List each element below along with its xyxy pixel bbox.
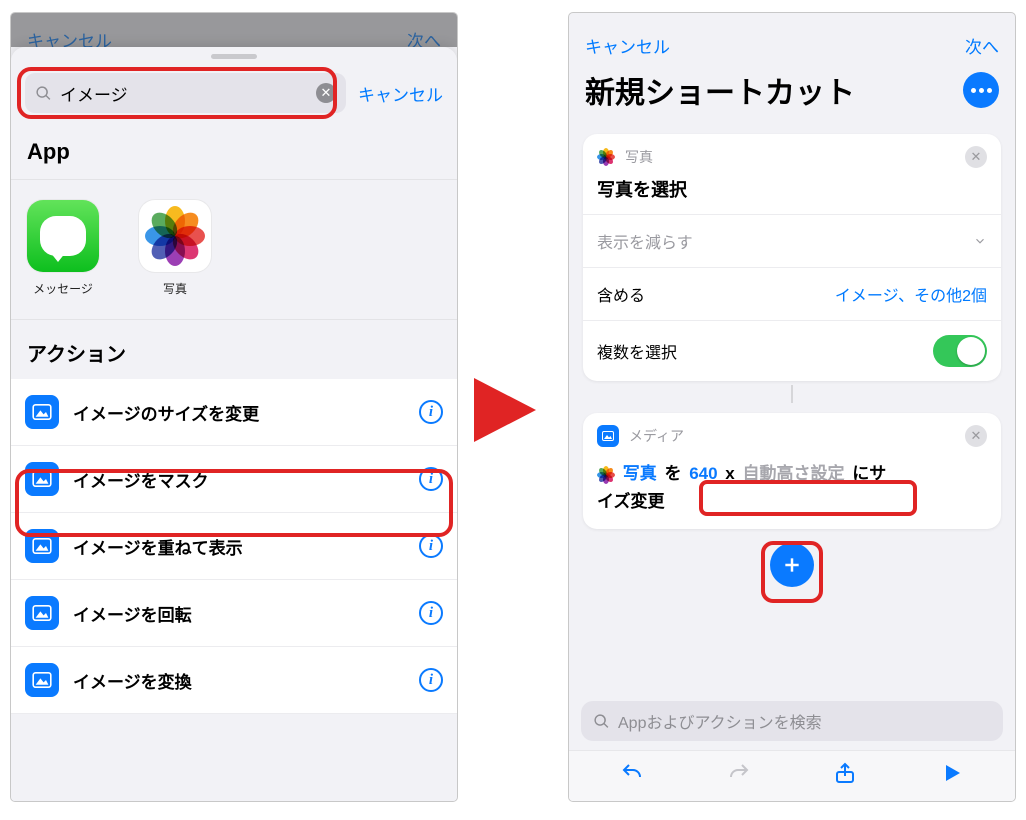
action-rotate-image[interactable]: イメージを回転 i [11,580,457,647]
info-icon[interactable]: i [419,601,443,625]
section-app-header: App [11,127,457,180]
image-action-icon [25,395,59,429]
param-height[interactable]: 自動高さ設定 [739,459,847,488]
bottom-toolbar [569,750,1015,801]
multi-select-toggle[interactable] [933,335,987,367]
redo-button [719,759,759,787]
photos-icon [139,200,211,272]
chevron-down-icon [973,234,987,248]
image-action-icon [25,462,59,496]
action-overlay-image[interactable]: イメージを重ねて表示 i [11,513,457,580]
card-title: 写真を選択 [583,174,1001,215]
info-icon[interactable]: i [419,534,443,558]
sheet-grabber[interactable] [211,54,257,59]
info-icon[interactable]: i [419,400,443,424]
action-convert-image[interactable]: イメージを変換 i [11,647,457,714]
section-actions-header: アクション [11,320,457,379]
screen-right: キャンセル 次へ 新規ショートカット 写真 ✕ [568,12,1016,802]
include-row[interactable]: 含める イメージ、その他2個 [583,268,1001,321]
remove-action-button[interactable]: ✕ [965,425,987,447]
search-icon [593,713,610,730]
peek-header: キャンセル 次へ [11,13,457,47]
app-grid: メッセージ 写真 [11,180,457,320]
action-card-resize-image: メディア ✕ 写真 を 640 x 自動高さ設定 にサイズ変更 [583,413,1001,529]
media-icon [597,425,619,447]
share-button[interactable] [825,759,865,787]
search-cancel-button[interactable]: キャンセル [358,81,443,106]
action-mask-image[interactable]: イメージをマスク i [11,446,457,513]
clear-icon[interactable]: ✕ [316,83,336,103]
undo-button[interactable] [612,759,652,787]
action-card-select-photos: 写真 ✕ 写真を選択 表示を減らす 含める イメージ、その他2個 複数を選択 [583,134,1001,381]
app-photos[interactable]: 写真 [139,200,211,297]
image-action-icon [25,529,59,563]
add-action-button[interactable] [770,543,814,587]
param-width[interactable]: 640 [686,459,720,488]
screen-left: キャンセル 次へ イメージ ✕ キャンセル App メッセージ [10,12,458,802]
photos-icon [597,148,615,166]
search-placeholder: Appおよびアクションを検索 [618,709,822,733]
next-button[interactable]: 次へ [965,33,999,58]
search-icon [35,85,52,102]
cancel-button[interactable]: キャンセル [585,33,670,58]
search-actions-input[interactable]: Appおよびアクションを検索 [581,701,1003,741]
image-action-icon [25,596,59,630]
action-sheet: イメージ ✕ キャンセル App メッセージ [11,47,457,801]
resize-sentence: 写真 を 640 x 自動高さ設定 にサイズ変更 [583,453,1001,529]
arrow-icon [474,370,544,450]
app-messages[interactable]: メッセージ [27,200,99,297]
info-icon[interactable]: i [419,467,443,491]
more-button[interactable] [963,72,999,108]
multi-select-row: 複数を選択 [583,321,1001,381]
image-action-icon [25,663,59,697]
action-resize-image[interactable]: イメージのサイズを変更 i [11,379,457,446]
param-photo[interactable]: 写真 [620,459,660,488]
messages-icon [27,200,99,272]
card-source: メディア [629,426,684,446]
info-icon[interactable]: i [419,668,443,692]
search-input[interactable]: イメージ ✕ [25,73,346,113]
run-button[interactable] [932,759,972,787]
collapse-row[interactable]: 表示を減らす [583,215,1001,268]
flow-connector [569,381,1015,407]
remove-action-button[interactable]: ✕ [965,146,987,168]
photos-icon [597,466,615,484]
search-text: イメージ [60,81,308,106]
card-source: 写真 [625,147,653,167]
page-title: 新規ショートカット [585,68,855,112]
